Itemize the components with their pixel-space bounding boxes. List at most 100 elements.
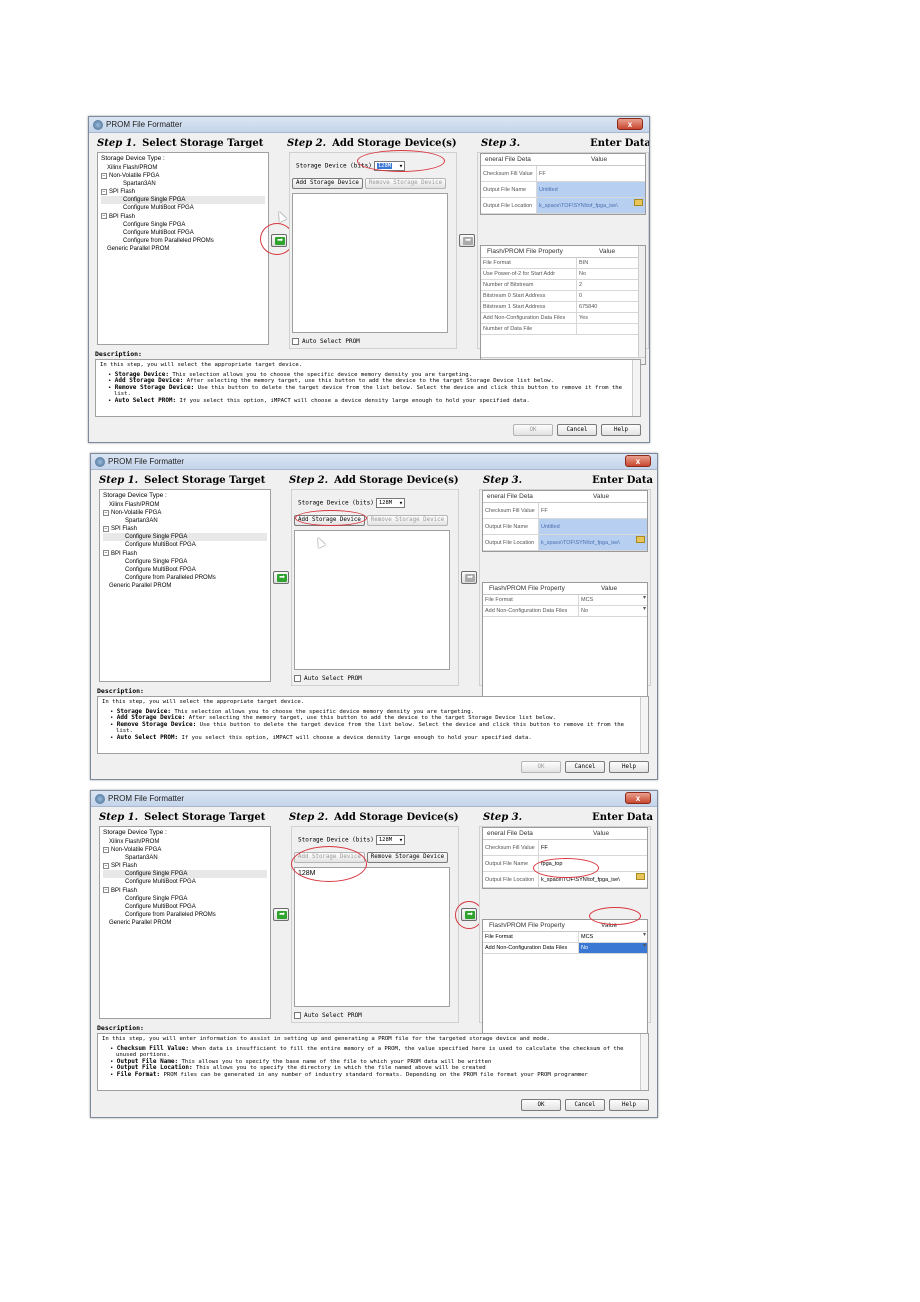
table-row[interactable]: Use Power-of-2 for Start Addr No — [481, 269, 645, 280]
tree-item[interactable]: Configure from Paralleled PROMs — [103, 911, 267, 919]
tree-item[interactable]: − SPI Flash — [103, 525, 267, 533]
description-box[interactable]: In this step, you will select the approp… — [95, 359, 641, 417]
nonconfig-data-select[interactable]: No — [579, 606, 647, 616]
vertical-scrollbar[interactable] — [640, 697, 648, 753]
add-to-step2-arrow-button[interactable]: ➡ — [271, 234, 287, 247]
tree-item[interactable]: Spartan3AN — [103, 517, 267, 525]
help-button[interactable]: Help — [609, 761, 649, 773]
add-storage-device-button[interactable]: Add Storage Device — [294, 852, 365, 863]
close-button[interactable]: x — [625, 455, 651, 467]
tree-item[interactable]: Spartan3AN — [103, 854, 267, 862]
nonconfig-data-select[interactable]: No — [579, 943, 647, 953]
table-row[interactable]: Number of Bitstream 2 — [481, 280, 645, 291]
table-row[interactable]: Checksum Fill Value FF — [483, 840, 647, 856]
tree-item[interactable]: − Non-Volatile FPGA — [103, 846, 267, 854]
tree-item[interactable]: Configure MultiBoot FPGA — [103, 878, 267, 886]
table-row[interactable]: Output File Name Untitled — [481, 182, 645, 198]
tree-item[interactable]: Xilinx Flash/PROM — [103, 501, 267, 509]
folder-icon[interactable] — [634, 199, 643, 206]
auto-select-prom-checkbox[interactable] — [294, 1012, 301, 1019]
tree-item[interactable]: Generic Parallel PROM — [103, 919, 267, 927]
tree-item[interactable]: Configure Single FPGA — [101, 221, 265, 229]
description-box[interactable]: In this step, you will select the approp… — [97, 696, 649, 754]
auto-select-prom-checkbox[interactable] — [292, 338, 299, 345]
help-button[interactable]: Help — [609, 1099, 649, 1111]
storage-device-list[interactable]: 128M — [294, 867, 450, 1007]
tree-item[interactable]: Generic Parallel PROM — [103, 582, 267, 590]
table-row[interactable]: Output File Location k_space\TOF\SYN\tof_… — [481, 198, 645, 214]
tree-item[interactable]: Generic Parallel PROM — [101, 245, 265, 253]
tree-item[interactable]: − SPI Flash — [103, 862, 267, 870]
auto-select-prom-checkbox[interactable] — [294, 675, 301, 682]
title-bar[interactable]: PROM File Formatter x — [91, 454, 657, 470]
ok-button[interactable]: OK — [521, 761, 561, 773]
tree-item[interactable]: − BPI Flash — [101, 212, 265, 221]
table-row[interactable]: Add Non-Configuration Data Files No — [483, 943, 647, 954]
tree-item[interactable]: Configure Single FPGA — [103, 870, 267, 879]
ok-button[interactable]: OK — [521, 1099, 561, 1111]
add-to-step3-arrow-button[interactable]: ➡ — [459, 234, 475, 247]
description-box[interactable]: In this step, you will enter information… — [97, 1033, 649, 1091]
tree-item[interactable]: Configure MultiBoot FPGA — [103, 566, 267, 574]
close-button[interactable]: x — [625, 792, 651, 804]
table-row[interactable]: Add Non-Configuration Data Files Yes — [481, 313, 645, 324]
tree-item[interactable]: Configure from Paralleled PROMs — [101, 237, 265, 245]
tree-item[interactable]: − BPI Flash — [103, 549, 267, 558]
table-row[interactable]: Output File Name fpga_top — [483, 856, 647, 872]
storage-device-select[interactable]: 128M — [373, 161, 406, 171]
cancel-button[interactable]: Cancel — [565, 1099, 605, 1111]
folder-icon[interactable] — [636, 873, 645, 880]
add-storage-device-button[interactable]: Add Storage Device — [292, 178, 363, 189]
close-button[interactable]: x — [617, 118, 643, 130]
table-row[interactable]: Add Non-Configuration Data Files No — [483, 606, 647, 617]
storage-device-list[interactable] — [294, 530, 450, 670]
table-row[interactable]: Checksum Fill Value FF — [483, 503, 647, 519]
tree-item[interactable]: Configure MultiBoot FPGA — [101, 204, 265, 212]
table-row[interactable]: Bitstream 1 Start Address 675840 — [481, 302, 645, 313]
title-bar[interactable]: PROM File Formatter x — [91, 791, 657, 807]
folder-icon[interactable] — [636, 536, 645, 543]
tree-item[interactable]: Spartan3AN — [101, 180, 265, 188]
ok-button[interactable]: OK — [513, 424, 553, 436]
output-file-name-field[interactable]: fpga_top — [539, 856, 647, 871]
tree-item[interactable]: − SPI Flash — [101, 188, 265, 196]
tree-item[interactable]: Configure MultiBoot FPGA — [101, 229, 265, 237]
title-bar[interactable]: PROM File Formatter x — [89, 117, 649, 133]
tree-item[interactable]: − Non-Volatile FPGA — [103, 509, 267, 517]
add-to-step3-arrow-button[interactable]: ➡ — [461, 571, 477, 584]
remove-storage-device-button[interactable]: Remove Storage Device — [366, 515, 449, 526]
add-to-step2-arrow-button[interactable]: ➡ — [273, 908, 289, 921]
storage-device-select[interactable]: 128M — [375, 498, 406, 508]
tree-item[interactable]: Xilinx Flash/PROM — [103, 838, 267, 846]
tree-item[interactable]: Configure MultiBoot FPGA — [103, 541, 267, 549]
storage-device-list[interactable] — [292, 193, 448, 333]
vertical-scrollbar[interactable] — [640, 1034, 648, 1090]
cancel-button[interactable]: Cancel — [557, 424, 597, 436]
add-to-step2-arrow-button[interactable]: ➡ — [273, 571, 289, 584]
vertical-scrollbar[interactable] — [638, 246, 645, 364]
table-row[interactable]: File Format MCS — [483, 595, 647, 606]
tree-item[interactable]: − BPI Flash — [103, 886, 267, 895]
remove-storage-device-button[interactable]: Remove Storage Device — [366, 852, 449, 863]
table-row[interactable]: File Format BIN — [481, 258, 645, 269]
help-button[interactable]: Help — [601, 424, 641, 436]
tree-item[interactable]: Configure from Paralleled PROMs — [103, 574, 267, 582]
remove-storage-device-button[interactable]: Remove Storage Device — [364, 178, 447, 189]
table-row[interactable]: Checksum Fill Value FF — [481, 166, 645, 182]
cancel-button[interactable]: Cancel — [565, 761, 605, 773]
table-row[interactable]: Output File Location k_space\TOF\SYN\tof_… — [483, 535, 647, 551]
tree-item[interactable]: Configure Single FPGA — [103, 533, 267, 542]
add-to-step3-arrow-button[interactable]: ➡ — [461, 908, 477, 921]
add-storage-device-button[interactable]: Add Storage Device — [294, 515, 365, 526]
tree-item[interactable]: Xilinx Flash/PROM — [101, 164, 265, 172]
table-row[interactable]: Output File Name Untitled — [483, 519, 647, 535]
tree-item[interactable]: Configure Single FPGA — [103, 895, 267, 903]
file-format-select[interactable]: MCS — [579, 595, 647, 605]
tree-item[interactable]: Configure Single FPGA — [101, 196, 265, 205]
vertical-scrollbar[interactable] — [632, 360, 640, 416]
list-item[interactable]: 128M — [298, 870, 446, 877]
table-row[interactable]: File Format MCS — [483, 932, 647, 943]
table-row[interactable]: Number of Data File — [481, 324, 645, 335]
file-format-select[interactable]: MCS — [579, 932, 647, 942]
storage-device-select[interactable]: 128M — [375, 835, 406, 845]
